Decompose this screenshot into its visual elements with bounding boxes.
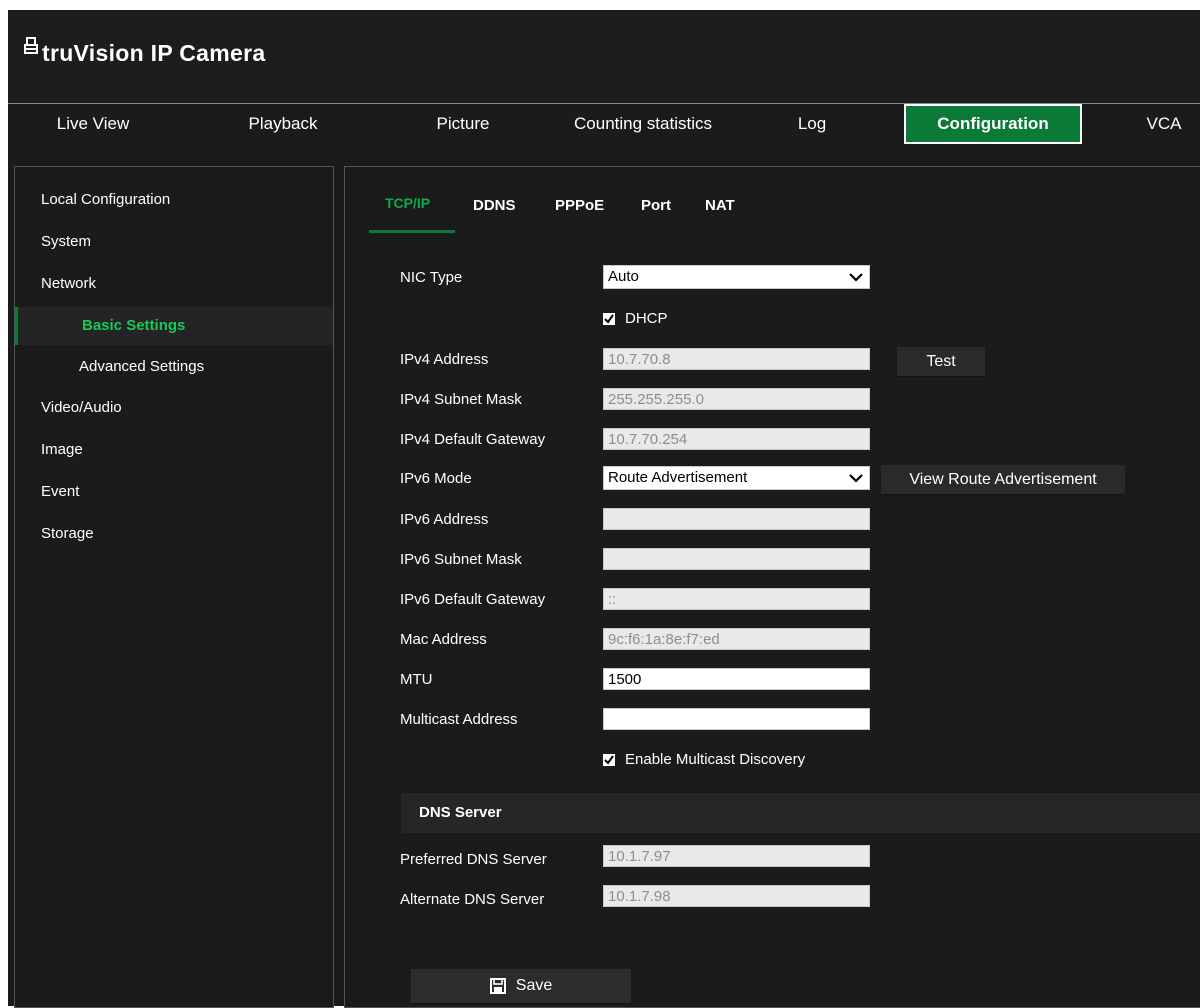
nav-live-view[interactable]: Live View xyxy=(30,104,156,144)
preferred-dns-label: Preferred DNS Server xyxy=(400,851,547,868)
alternate-dns-field[interactable] xyxy=(603,885,870,907)
ipv4-address-field[interactable] xyxy=(603,348,870,370)
main-nav: Live View Playback Picture Counting stat… xyxy=(8,103,1200,144)
tab-nat[interactable]: NAT xyxy=(705,197,735,214)
preferred-dns-field[interactable] xyxy=(603,845,870,867)
multicast-discovery-checkbox[interactable]: Enable Multicast Discovery xyxy=(603,751,805,768)
ipv6-address-label: IPv6 Address xyxy=(400,511,489,528)
sidebar-item-system[interactable]: System xyxy=(15,223,333,261)
checkmark-icon xyxy=(604,754,614,765)
mtu-field[interactable] xyxy=(603,668,870,690)
tab-pppoe[interactable]: PPPoE xyxy=(555,197,604,214)
nav-playback[interactable]: Playback xyxy=(220,104,346,144)
ipv4-subnet-field[interactable] xyxy=(603,388,870,410)
app-title: truVision IP Camera xyxy=(42,40,266,66)
header: truVision IP Camera xyxy=(8,10,1200,102)
ipv4-gateway-field[interactable] xyxy=(603,428,870,450)
ipv6-gateway-label: IPv6 Default Gateway xyxy=(400,591,546,608)
multicast-address-label: Multicast Address xyxy=(400,711,518,728)
sidebar-item-event[interactable]: Event xyxy=(15,473,333,511)
multicast-discovery-checkbox-box[interactable] xyxy=(603,753,615,766)
sidebar-item-local-configuration[interactable]: Local Configuration xyxy=(15,181,333,219)
truvision-logo-icon xyxy=(24,37,38,54)
nav-configuration[interactable]: Configuration xyxy=(904,104,1082,144)
main-panel: TCP/IP DDNS PPPoE Port NAT NIC Type Auto… xyxy=(344,166,1200,1008)
dhcp-label: DHCP xyxy=(625,310,668,327)
dhcp-checkbox-box[interactable] xyxy=(603,312,615,325)
ipv4-address-label: IPv4 Address xyxy=(400,351,489,368)
mtu-label: MTU xyxy=(400,671,433,688)
ipv4-subnet-label: IPv4 Subnet Mask xyxy=(400,391,522,408)
chevron-down-icon xyxy=(849,474,863,483)
ipv4-gateway-label: IPv4 Default Gateway xyxy=(400,431,546,448)
ipv6-address-field[interactable] xyxy=(603,508,870,530)
nic-type-label: NIC Type xyxy=(400,269,463,286)
view-route-advertisement-button[interactable]: View Route Advertisement xyxy=(881,465,1125,495)
ipv6-subnet-field[interactable] xyxy=(603,548,870,570)
multicast-address-field[interactable] xyxy=(603,708,870,730)
app-frame: truVision IP Camera Live View Playback P… xyxy=(8,10,1200,1008)
dhcp-checkbox[interactable]: DHCP xyxy=(603,310,668,327)
nav-counting-statistics[interactable]: Counting statistics xyxy=(548,104,738,144)
tab-port[interactable]: Port xyxy=(641,197,671,214)
nic-type-select[interactable]: Auto xyxy=(603,265,870,289)
multicast-discovery-label: Enable Multicast Discovery xyxy=(625,751,806,768)
sidebar-item-network[interactable]: Network xyxy=(15,265,333,303)
ipv6-gateway-field[interactable] xyxy=(603,588,870,610)
sidebar-item-storage[interactable]: Storage xyxy=(15,515,333,553)
save-label: Save xyxy=(515,977,553,994)
ipv6-mode-value: Route Advertisement xyxy=(608,469,748,486)
test-button[interactable]: Test xyxy=(897,347,985,377)
tab-tcp-ip[interactable]: TCP/IP xyxy=(385,195,430,211)
nic-type-value: Auto xyxy=(608,268,639,285)
active-tab-indicator xyxy=(369,230,455,233)
save-button[interactable]: Save xyxy=(411,969,631,1004)
alternate-dns-label: Alternate DNS Server xyxy=(400,891,545,908)
nav-picture[interactable]: Picture xyxy=(398,104,528,144)
save-icon xyxy=(489,978,506,994)
sidebar-item-video-audio[interactable]: Video/Audio xyxy=(15,389,333,427)
dns-section-header: DNS Server xyxy=(401,793,1200,833)
ipv6-mode-select[interactable]: Route Advertisement xyxy=(603,466,870,490)
ipv6-subnet-label: IPv6 Subnet Mask xyxy=(400,551,522,568)
mac-address-field[interactable] xyxy=(603,628,870,650)
nav-log[interactable]: Log xyxy=(772,104,852,144)
dns-section-title: DNS Server xyxy=(419,804,502,821)
checkmark-icon xyxy=(604,313,614,324)
sidebar-item-basic-settings[interactable]: Basic Settings xyxy=(15,307,333,345)
chevron-down-icon xyxy=(849,273,863,282)
nav-vca[interactable]: VCA xyxy=(1128,104,1200,144)
ipv6-mode-label: IPv6 Mode xyxy=(400,470,472,487)
sidebar: Local Configuration System Network Basic… xyxy=(14,166,334,1008)
sidebar-item-advanced-settings[interactable]: Advanced Settings xyxy=(15,348,333,386)
mac-address-label: Mac Address xyxy=(400,631,487,648)
tab-ddns[interactable]: DDNS xyxy=(473,197,516,214)
sidebar-item-image[interactable]: Image xyxy=(15,431,333,469)
app-logo: truVision IP Camera xyxy=(24,37,266,67)
